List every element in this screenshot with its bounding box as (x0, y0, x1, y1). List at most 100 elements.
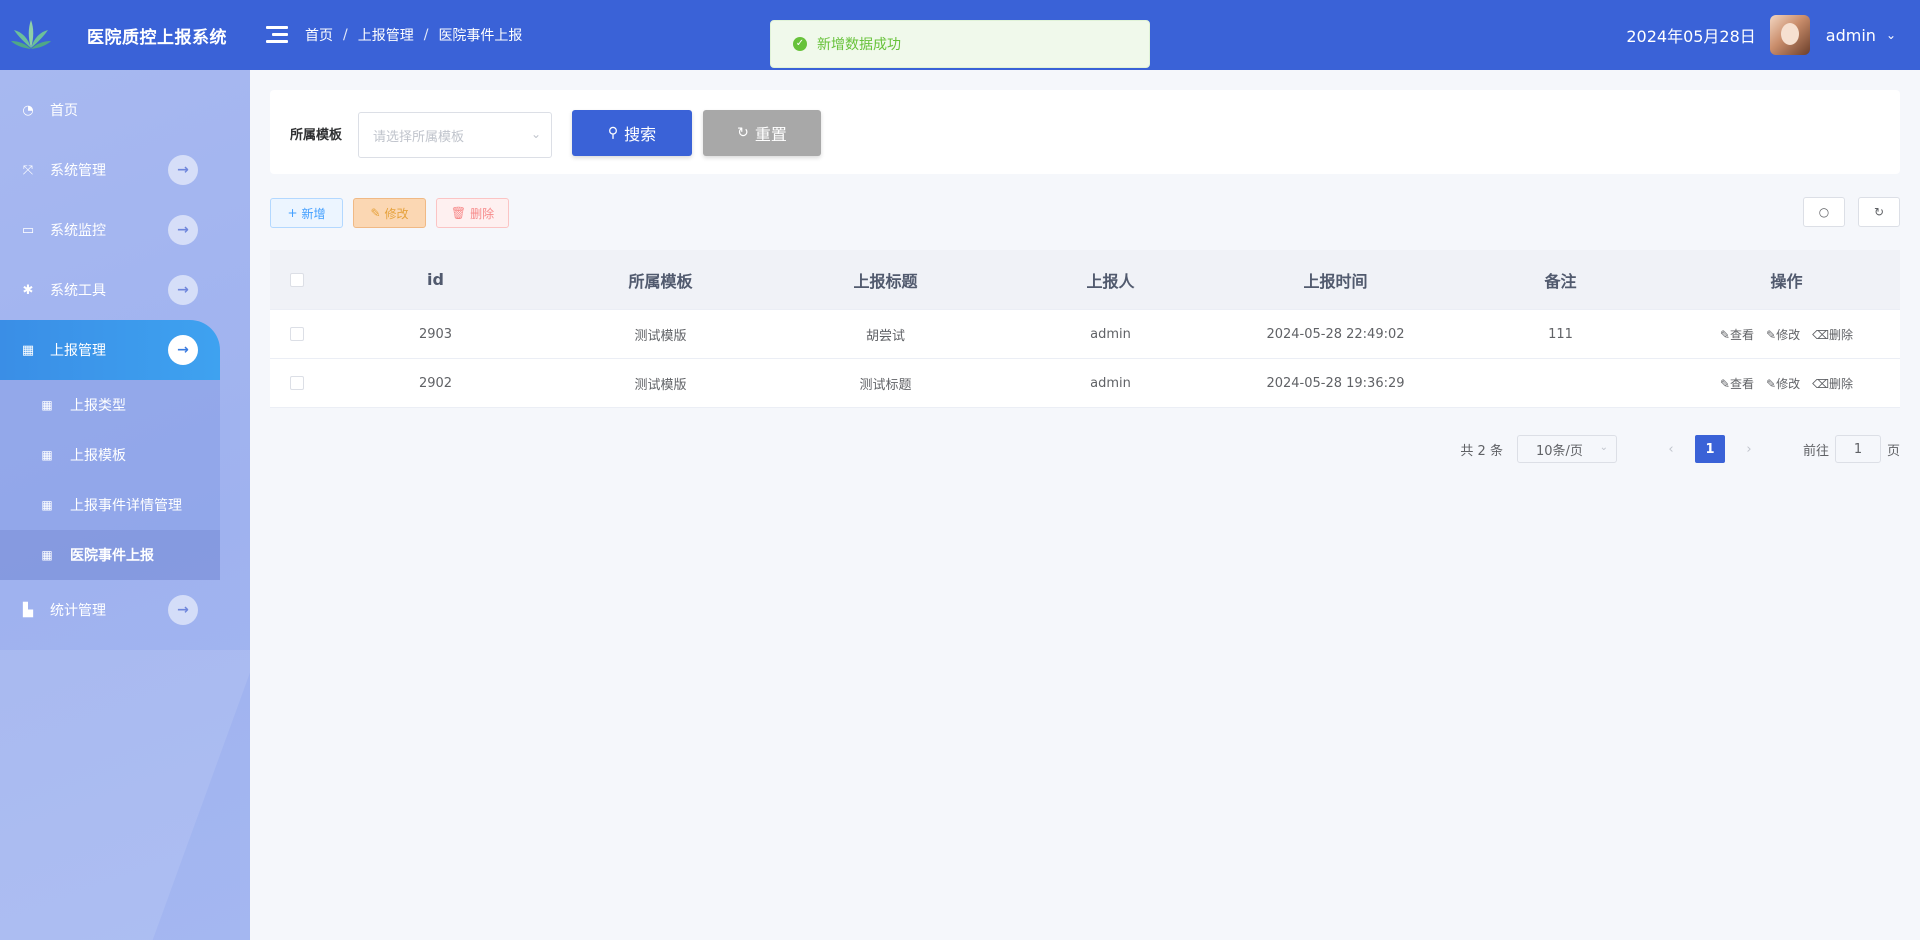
reset-button[interactable]: ↻ 重置 (703, 110, 821, 156)
edit-link[interactable]: ✎修改 (1766, 375, 1800, 392)
sidebar-item-label: 上报管理 (50, 343, 106, 359)
add-button-label: 新增 (301, 206, 326, 221)
chevron-down-icon: ⌄ (1599, 442, 1608, 453)
arrow-right-icon[interactable]: → (168, 335, 198, 365)
avatar[interactable] (1769, 15, 1810, 55)
view-link[interactable]: ✎查看 (1720, 326, 1754, 343)
current-date: 2024年05月28日 (1626, 27, 1756, 46)
submenu-item-report-type[interactable]: ▦ 上报类型 (0, 380, 220, 430)
edit-link-label: 修改 (1776, 327, 1801, 342)
delete-link[interactable]: ⌫删除 (1812, 375, 1853, 392)
view-link[interactable]: ✎查看 (1720, 375, 1754, 392)
sidebar-item-label: 系统工具 (50, 283, 106, 299)
delete-link-label: 删除 (1829, 376, 1854, 391)
edit-icon: ✎ (1719, 376, 1730, 391)
arrow-right-icon[interactable]: → (168, 275, 198, 305)
column-header: 上报标题 (853, 271, 918, 291)
pagination: 共 2 条 10条/页 ⌄ ‹ 1 › 前往 1 页 (1460, 435, 1900, 463)
sidebar-item-label: 首页 (50, 103, 78, 119)
sidebar-item-system[interactable]: ⤧ 系统管理 → (0, 140, 220, 200)
row-actions: ✎查看 ✎修改 ⌫删除 (1673, 326, 1900, 343)
row-checkbox[interactable] (289, 376, 304, 390)
main-content: 所属模板 请选择所属模板 ⌄ ⚲ 搜索 ↻ 重置 + 新增 ✎ 修改 🗑 删除 … (250, 70, 1920, 940)
edit-link[interactable]: ✎修改 (1766, 326, 1800, 343)
chart-icon: ▙ (23, 602, 33, 618)
table-icon: ▦ (41, 448, 53, 462)
cell-time: 2024-05-28 19:36:29 (1266, 375, 1405, 391)
add-button[interactable]: + 新增 (270, 198, 343, 228)
search-icon: ⚲ (607, 125, 619, 141)
data-table: id 所属模板 上报标题 上报人 上报时间 备注 操作 2903 测试模版 胡尝… (270, 250, 1900, 408)
submenu-item-label: 上报模板 (70, 448, 126, 464)
template-select[interactable]: 请选择所属模板 ⌄ (358, 112, 552, 158)
next-page-icon[interactable]: › (1739, 442, 1759, 457)
system-icon: ⤧ (22, 162, 34, 178)
submenu-item-label: 上报事件详情管理 (70, 498, 182, 514)
row-checkbox[interactable] (289, 327, 304, 341)
page-size-select[interactable]: 10条/页 ⌄ (1516, 435, 1617, 463)
chevron-down-icon[interactable]: ⌄ (1886, 28, 1896, 42)
sidebar-item-statistics[interactable]: ▙ 统计管理 → (0, 580, 220, 640)
search-button[interactable]: ⚲ 搜索 (572, 110, 692, 156)
sidebar-item-label: 系统监控 (50, 223, 106, 239)
check-circle-icon: ✓ (793, 37, 807, 51)
arrow-right-icon[interactable]: → (168, 155, 198, 185)
logo-area: 医院质控上报系统 (0, 0, 250, 70)
cell-template: 测试模版 (634, 377, 687, 393)
column-header: 操作 (1770, 271, 1803, 291)
table-icon: ▦ (41, 398, 53, 412)
table-row: 2903 测试模版 胡尝试 admin 2024-05-28 22:49:02 … (270, 310, 1900, 359)
toast-message: 新增数据成功 (817, 37, 901, 53)
delete-button[interactable]: 🗑 删除 (436, 198, 509, 228)
breadcrumb-separator: / (423, 27, 429, 43)
goto-page-input[interactable]: 1 (1834, 435, 1881, 463)
breadcrumb-item-home[interactable]: 首页 (305, 25, 333, 45)
plus-icon: + (287, 206, 298, 220)
sidebar-item-label: 系统管理 (50, 163, 106, 179)
search-panel: 所属模板 请选择所属模板 ⌄ ⚲ 搜索 ↻ 重置 (270, 90, 1900, 174)
column-header: 备注 (1544, 271, 1577, 291)
delete-link-label: 删除 (1829, 327, 1854, 342)
page-size-value: 10条/页 (1535, 443, 1583, 459)
row-actions: ✎查看 ✎修改 ⌫删除 (1673, 375, 1900, 392)
bug-icon: ✱ (22, 282, 34, 298)
sidebar: ◔ 首页 ⤧ 系统管理 → ▭ 系统监控 → ✱ 系统工具 → ▦ 上报管理 →… (0, 70, 250, 940)
sidebar-item-monitor[interactable]: ▭ 系统监控 → (0, 200, 220, 260)
delete-link[interactable]: ⌫删除 (1812, 326, 1853, 343)
refresh-button[interactable]: ↻ (1858, 197, 1900, 227)
goto-prefix: 前往 (1802, 443, 1829, 459)
app-title: 医院质控上报系统 (87, 27, 227, 48)
arrow-right-icon[interactable]: → (168, 215, 198, 245)
submenu-item-label: 医院事件上报 (70, 548, 154, 564)
row-select-cell (270, 327, 323, 341)
arrow-right-icon[interactable]: → (168, 595, 198, 625)
select-all-checkbox[interactable] (289, 272, 304, 287)
goto-suffix: 页 (1886, 443, 1900, 459)
reset-button-label: 重置 (754, 125, 787, 144)
sidebar-item-tools[interactable]: ✱ 系统工具 → (0, 260, 220, 320)
cell-note: 111 (1548, 326, 1573, 342)
cell-template: 测试模版 (634, 328, 687, 344)
cell-user: admin (1090, 326, 1131, 342)
table-icon: ▦ (41, 498, 53, 512)
menu-toggle-icon[interactable] (266, 26, 288, 44)
prev-page-icon[interactable]: ‹ (1661, 442, 1681, 457)
chevron-down-icon: ⌄ (530, 127, 541, 141)
toggle-search-button[interactable]: ○ (1803, 197, 1845, 227)
page-number-current[interactable]: 1 (1694, 435, 1725, 463)
edit-button[interactable]: ✎ 修改 (353, 198, 426, 228)
submenu-item-report-template[interactable]: ▦ 上报模板 (0, 430, 220, 480)
sidebar-item-report-mgmt[interactable]: ▦ 上报管理 → (0, 320, 220, 380)
column-header: 上报时间 (1303, 271, 1368, 291)
breadcrumb-item-report-mgmt[interactable]: 上报管理 (358, 25, 414, 45)
breadcrumb-separator: / (343, 27, 348, 43)
total-count: 共 2 条 (1460, 443, 1503, 459)
sidebar-item-label: 统计管理 (50, 603, 106, 619)
edit-icon: ✎ (370, 206, 381, 220)
user-name[interactable]: admin (1826, 26, 1876, 45)
refresh-icon: ↻ (737, 125, 749, 141)
submenu-item-event-detail[interactable]: ▦ 上报事件详情管理 (0, 480, 220, 530)
search-button-label: 搜索 (624, 125, 657, 144)
submenu-item-hospital-event[interactable]: ▦ 医院事件上报 (0, 530, 220, 580)
sidebar-item-home[interactable]: ◔ 首页 (0, 80, 220, 140)
